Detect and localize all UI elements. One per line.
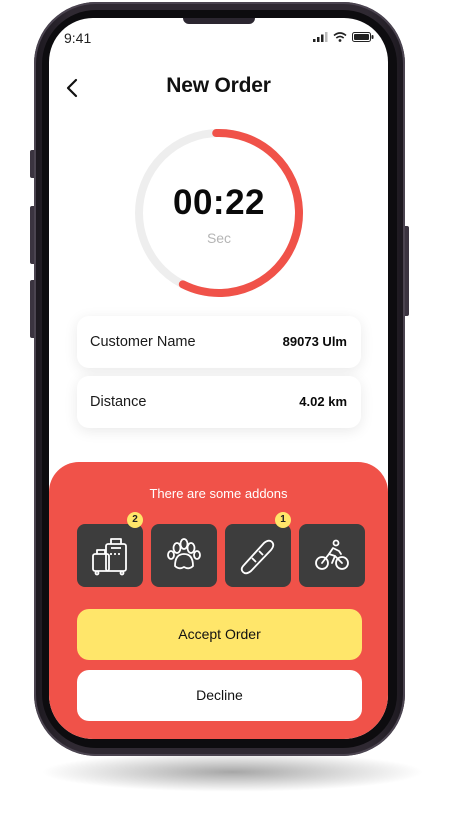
luggage-icon [92,538,127,576]
accept-order-button[interactable]: Accept Order [77,609,362,660]
timer-value: 00:22 [172,183,266,222]
addon-luggage-badge: 2 [127,512,143,528]
decline-button[interactable]: Decline [77,670,362,721]
timer-unit: Sec [206,230,232,246]
snowboard-icon [240,539,275,575]
addon-snowboard[interactable] [225,524,291,587]
mockup-stage: 9:41 New Order 00:22 Sec Customer Name 8… [0,0,463,816]
phone-shadow [40,752,425,792]
status-icons [313,32,374,42]
distance-card: Distance 4.02 km [77,376,361,428]
bicycle-icon [315,539,349,570]
addon-bicycle[interactable] [299,524,365,587]
addon-snowboard-badge: 1 [275,512,291,528]
distance-label: Distance [90,394,147,410]
addons-panel: There are some addons 2 1 Accept Order D… [49,462,388,739]
addon-pet[interactable] [151,524,217,587]
customer-name-card: Customer Name 89073 Ulm [77,316,361,368]
battery-icon [352,32,374,42]
status-time: 9:41 [64,30,92,46]
header: New Order [49,70,388,106]
countdown-timer: 00:22 Sec [133,127,305,299]
signal-icon [313,32,328,42]
customer-name-label: Customer Name [90,334,196,350]
distance-value: 4.02 km [299,394,347,409]
wifi-icon [333,32,347,42]
page-title: New Order [166,74,271,97]
customer-name-value: 89073 Ulm [282,334,347,349]
addons-title: There are some addons [149,486,288,501]
app-screen: 9:41 New Order 00:22 Sec Customer Name 8… [49,18,388,739]
paw-icon [167,538,201,570]
addon-luggage[interactable] [77,524,143,587]
status-bar: 9:41 [49,18,388,60]
